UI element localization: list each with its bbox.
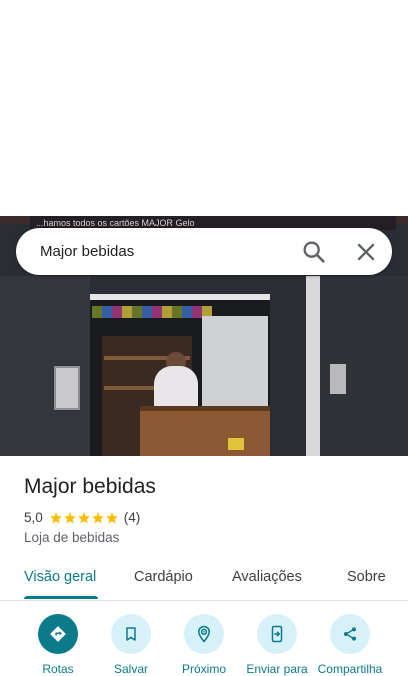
active-tab-indicator (24, 596, 98, 599)
place-title: Major bebidas (24, 475, 156, 498)
star-icon (91, 512, 104, 524)
photo-inner-wall (202, 316, 268, 416)
directions-button[interactable]: Rotas (18, 614, 98, 676)
share-button[interactable]: Compartilha (310, 614, 390, 676)
directions-label: Rotas (42, 662, 74, 676)
star-icon (77, 512, 90, 524)
action-bar: Rotas Salvar Próximo Enviar para Compart… (0, 614, 408, 676)
save-label: Salvar (113, 662, 148, 676)
nearby-label: Próximo (181, 662, 226, 676)
send-to-phone-button[interactable]: Enviar para (237, 614, 317, 676)
photo-sign (228, 438, 244, 450)
nearby-button[interactable]: Próximo (164, 614, 244, 676)
rating-value: 5,0 (24, 510, 43, 525)
tab-about[interactable]: Sobre (347, 558, 386, 598)
rating-row[interactable]: 5,0 (4) (24, 508, 140, 528)
photo-flags (92, 306, 212, 318)
photo-wall-box (330, 364, 346, 394)
photo-pillar (306, 276, 320, 456)
photo-counter (140, 411, 270, 456)
search-bar[interactable]: Major bebidas (16, 228, 392, 275)
share-label: Compartilha (317, 662, 383, 676)
send-to-phone-label: Enviar para (246, 662, 308, 676)
place-tabs: Visão geral Cardápio Avaliações Sobre (0, 558, 408, 601)
nearby-icon (184, 614, 224, 654)
star-icon (105, 512, 118, 524)
tab-overview[interactable]: Visão geral (24, 558, 96, 598)
photo-wall-box (54, 366, 80, 410)
tab-menu[interactable]: Cardápio (134, 558, 193, 598)
photo-wall-right (310, 276, 408, 456)
tab-reviews[interactable]: Avaliações (232, 558, 302, 598)
send-to-phone-icon (257, 614, 297, 654)
photo-person (154, 366, 198, 410)
star-icon (49, 512, 62, 524)
directions-icon (38, 614, 78, 654)
search-input[interactable]: Major bebidas (40, 228, 134, 275)
share-icon (330, 614, 370, 654)
save-button[interactable]: Salvar (91, 614, 171, 676)
review-count[interactable]: (4) (124, 508, 141, 528)
bookmark-icon (111, 614, 151, 654)
close-icon[interactable] (352, 238, 380, 266)
place-category[interactable]: Loja de bebidas (24, 528, 119, 548)
star-icon (63, 512, 76, 524)
search-icon[interactable] (300, 238, 328, 266)
rating-stars (49, 511, 119, 525)
